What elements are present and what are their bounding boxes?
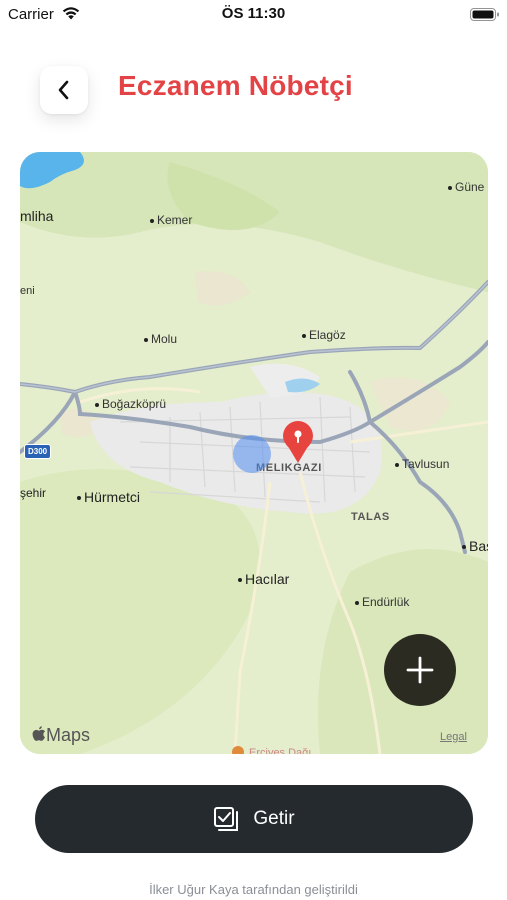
place-elagoz: Elagöz: [302, 328, 346, 342]
place-molu: Molu: [144, 332, 177, 346]
checklist-icon: [214, 807, 239, 831]
apple-icon: [32, 726, 46, 741]
map-pin-icon[interactable]: [281, 420, 315, 464]
getir-button[interactable]: Getir: [35, 785, 473, 853]
map-view[interactable]: Erciyes Dağı Güne mliha Kemer eni Molu E…: [20, 152, 488, 754]
back-button[interactable]: [40, 66, 88, 114]
svg-text:Erciyes Dağı: Erciyes Dağı: [249, 747, 311, 754]
place-tavlusun: Tavlusun: [395, 457, 449, 471]
place-talas: TALAS: [351, 511, 390, 523]
place-gune: Güne: [448, 180, 484, 194]
place-sehir: şehir: [20, 486, 47, 500]
place-kemer: Kemer: [150, 213, 192, 227]
getir-label: Getir: [253, 808, 295, 829]
place-eni: eni: [20, 285, 35, 297]
place-bogazkopru: Boğazköprü: [95, 397, 166, 411]
place-hurmetci: Hürmetci: [77, 489, 140, 505]
developer-credit: İlker Uğur Kaya tarafından geliştirildi: [149, 882, 358, 897]
add-button[interactable]: [384, 634, 456, 706]
place-endurluk: Endürlük: [355, 595, 409, 609]
user-location-dot: [233, 435, 271, 473]
chevron-left-icon: [58, 80, 69, 100]
place-bas: Bas: [462, 538, 488, 554]
place-mliha: mliha: [20, 208, 54, 224]
status-bar: Carrier ÖS 11:30: [0, 0, 507, 28]
apple-maps-logo: Maps: [32, 725, 90, 746]
status-time: ÖS 11:30: [221, 5, 286, 22]
page-title: Eczanem Nöbetçi: [118, 70, 353, 101]
battery-icon: [470, 8, 499, 21]
legal-link[interactable]: Legal: [440, 731, 467, 743]
place-hacilar: Hacılar: [238, 571, 289, 587]
plus-icon: [406, 656, 434, 684]
road-shield-d300: D300: [24, 444, 52, 459]
